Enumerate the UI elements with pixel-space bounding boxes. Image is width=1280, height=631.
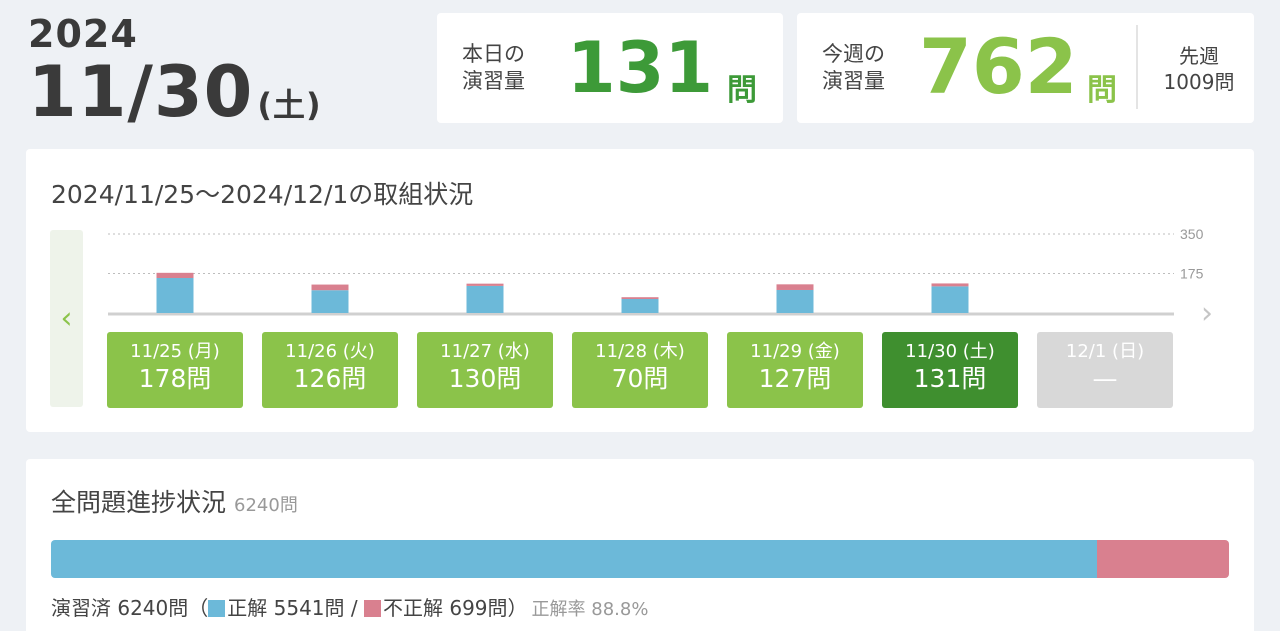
today-volume-card: 本日の 演習量 131 問 — [437, 13, 783, 123]
day-button-11/27[interactable]: 11/27 (水) 130問 — [417, 332, 553, 408]
day-date: 11/29 (金) — [750, 341, 840, 362]
day-count: 126問 — [293, 364, 367, 393]
progress-title: 全問題進捗状況 6240問 — [51, 483, 298, 519]
progress-total: 6240問 — [234, 495, 298, 516]
day-count: 127問 — [758, 364, 832, 393]
week-label: 今週の 演習量 — [822, 41, 885, 95]
progress-bar — [51, 540, 1229, 578]
today-label-line2: 演習量 — [462, 69, 525, 93]
progress-detail: 演習済 6240問（ 正解 5541問 / 不正解 699問） 正解率 88.8% — [51, 592, 648, 621]
progress-incorrect-label: 不正解 699問） — [382, 596, 528, 620]
week-value: 762 — [919, 22, 1078, 111]
day-date: 11/25 (月) — [130, 341, 220, 362]
last-week-stat: 先週 1009問 — [1149, 43, 1249, 95]
bar-correct-11/26 — [311, 290, 349, 313]
bar-correct-11/27 — [466, 285, 504, 313]
accuracy-rate: 正解率 88.8% — [531, 599, 649, 620]
bar-correct-11/25 — [156, 278, 194, 313]
week-unit: 問 — [1087, 73, 1117, 108]
day-date: 12/1 (日) — [1065, 341, 1145, 362]
day-date: 11/27 (水) — [440, 341, 530, 362]
progress-done-label: 演習済 6240問（ — [51, 596, 209, 620]
weekly-activity-panel: 2024/11/25〜2024/12/1の取組状況 ‹ › 350 175 11/… — [26, 149, 1254, 432]
day-button-11/28[interactable]: 11/28 (木) 70問 — [572, 332, 708, 408]
day-button-11/29[interactable]: 11/29 (金) 127問 — [727, 332, 863, 408]
bar-incorrect-11/28 — [621, 297, 659, 300]
bar-incorrect-11/30 — [931, 283, 969, 287]
weekly-bar-chart: 350 175 — [108, 226, 1204, 316]
today-value: 131 — [567, 27, 714, 109]
correct-legend-icon — [208, 600, 226, 617]
day-button-11/25[interactable]: 11/25 (月) 178問 — [107, 332, 243, 408]
incorrect-legend-icon — [363, 600, 381, 617]
bar-correct-11/30 — [931, 286, 969, 313]
day-button-12/1: 12/1 (日) — — [1037, 332, 1173, 408]
day-count: 178問 — [138, 364, 212, 393]
day-date: 11/26 (火) — [285, 341, 375, 362]
bar-incorrect-11/27 — [466, 283, 504, 286]
progress-bar-correct — [51, 540, 1098, 578]
bar-incorrect-11/26 — [311, 284, 349, 291]
progress-title-text: 全問題進捗状況 — [51, 488, 227, 517]
today-unit: 問 — [727, 73, 757, 108]
date-month-day-text: 11/30 — [28, 51, 254, 133]
date-month-day: 11/30 (土) — [28, 54, 322, 143]
bar-incorrect-11/29 — [776, 284, 814, 290]
week-label-line1: 今週の — [822, 42, 885, 66]
day-date: 11/30 (土) — [905, 341, 995, 362]
day-button-11/26[interactable]: 11/26 (火) 126問 — [262, 332, 398, 408]
bar-correct-11/28 — [621, 299, 659, 313]
week-label-line2: 演習量 — [822, 69, 885, 93]
today-label: 本日の 演習量 — [462, 41, 525, 95]
day-count: — — [1092, 364, 1118, 393]
day-count: 70問 — [611, 364, 669, 393]
current-date: 2024 11/30 (土) — [28, 14, 322, 143]
y-tick-label: 175 — [1180, 266, 1204, 282]
progress-bar-incorrect — [1097, 540, 1229, 578]
today-label-line1: 本日の — [462, 42, 525, 66]
overall-progress-panel: 全問題進捗状況 6240問 演習済 6240問（ 正解 5541問 / 不正解 69… — [26, 459, 1254, 631]
bar-correct-11/29 — [776, 289, 814, 313]
date-year: 2024 — [28, 12, 138, 56]
last-week-value: 1009問 — [1163, 70, 1235, 94]
last-week-label: 先週 — [1179, 44, 1219, 68]
week-volume-card: 今週の 演習量 762 問 先週 1009問 — [797, 13, 1254, 123]
progress-correct-label: 正解 5541問 / — [227, 596, 364, 620]
day-count: 130問 — [448, 364, 522, 393]
date-weekday: (土) — [257, 86, 322, 124]
bar-incorrect-11/25 — [156, 272, 194, 279]
y-tick-label: 350 — [1180, 226, 1204, 242]
day-button-11/30[interactable]: 11/30 (土) 131問 — [882, 332, 1018, 408]
day-date: 11/28 (木) — [595, 341, 685, 362]
day-count: 131問 — [913, 364, 987, 393]
divider — [1136, 25, 1138, 109]
